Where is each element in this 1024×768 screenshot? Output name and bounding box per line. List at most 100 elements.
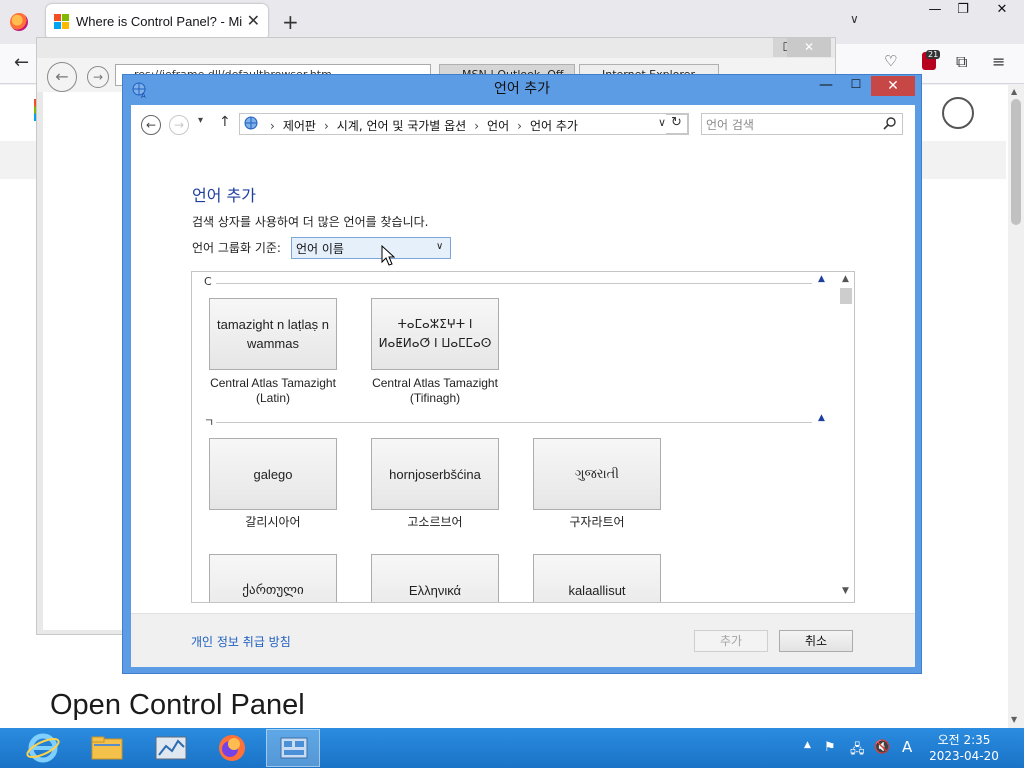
collapse-icon[interactable]: ▲: [818, 413, 825, 423]
group-by-value: 언어 이름: [296, 242, 344, 256]
scroll-down-icon[interactable]: ▼: [842, 586, 849, 596]
up-icon[interactable]: ↑: [219, 114, 231, 130]
control-panel-icon: [280, 737, 308, 759]
description-text: 검색 상자를 사용하여 더 많은 언어를 찾습니다.: [192, 215, 429, 229]
menu-icon[interactable]: ≡: [992, 52, 1005, 71]
list-all-tabs-icon[interactable]: ∨: [850, 12, 859, 26]
scrollbar-thumb[interactable]: [1011, 99, 1021, 225]
breadcrumb-item-clock-region[interactable]: 시계, 언어 및 국가별 옵션: [337, 119, 466, 133]
language-search-input[interactable]: [706, 116, 876, 133]
tile-caption: Central Atlas Tamazight (Latin): [210, 376, 336, 405]
collapse-icon[interactable]: ▲: [818, 274, 825, 284]
system-clock[interactable]: 오전 2:35 2023-04-20: [926, 732, 1002, 764]
cancel-button[interactable]: 취소: [779, 630, 853, 652]
breadcrumb-item-language[interactable]: 언어: [487, 119, 509, 133]
list-scrollbar[interactable]: ▲ ▼: [838, 272, 854, 602]
chevron-down-icon: ∨: [436, 241, 444, 252]
back-icon[interactable]: ←: [14, 52, 29, 73]
minimize-button[interactable]: —: [920, 0, 950, 22]
breadcrumb-separator: ›: [517, 119, 522, 133]
tile-native-name: Ελληνικά: [408, 582, 462, 598]
ie-back-icon[interactable]: ←: [47, 62, 77, 92]
volume-muted-icon[interactable]: 🔇: [874, 740, 890, 755]
restore-button[interactable]: ❐: [948, 0, 978, 22]
tile-native-name: ⵜⴰⵎⴰⵣⵉⵖⵜ ⵏ ⵍⴰⵟⵍⴰⵚ ⵏ ⵡⴰⵎⵎⴰⵙ: [378, 317, 492, 350]
ie-close-button[interactable]: ✕: [787, 38, 831, 57]
dialog-minimize-button[interactable]: —: [813, 77, 839, 97]
breadcrumb-item-control-panel[interactable]: 제어판: [283, 119, 316, 133]
tab-close-icon[interactable]: ✕: [247, 11, 260, 30]
dialog-maximize-button[interactable]: ☐: [843, 77, 869, 97]
breadcrumb-separator: ›: [270, 119, 275, 133]
page-scrollbar[interactable]: ▲ ▼: [1008, 85, 1024, 728]
network-icon[interactable]: 🖧: [850, 740, 865, 762]
tile-native-name: galego: [253, 466, 293, 482]
taskbar: ▲ ⚑ 🖧 🔇 A 오전 2:35 2023-04-20: [0, 728, 1024, 768]
show-hidden-icons-icon[interactable]: ▲: [804, 740, 811, 750]
file-explorer-taskbar-button[interactable]: [80, 729, 134, 767]
dialog-close-button[interactable]: ✕: [871, 76, 915, 96]
firefox-icon: [219, 735, 245, 761]
browser-tab-active[interactable]: Where is Control Panel? - Micr ✕: [46, 4, 268, 40]
tile-native-name: hornjoserbšćina: [389, 466, 481, 482]
control-panel-taskbar-button[interactable]: [266, 729, 320, 767]
server-manager-taskbar-button[interactable]: [144, 729, 198, 767]
ie-forward-icon[interactable]: →: [87, 66, 109, 88]
close-window-button[interactable]: ✕: [982, 0, 1022, 22]
tile-caption: Central Atlas Tamazight (Tifinagh): [372, 376, 498, 405]
input-method-indicator[interactable]: A: [902, 738, 912, 756]
language-tile[interactable]: ⵜⴰⵎⴰⵣⵉⵖⵜ ⵏ ⵍⴰⵟⵍⴰⵚ ⵏ ⵡⴰⵎⵎⴰⵙ: [371, 298, 499, 370]
refresh-button[interactable]: ↻: [666, 114, 688, 134]
tile-caption: 구자라트어: [569, 515, 625, 529]
dialog-footer: 개인 정보 취급 방침 추가 취소: [131, 613, 915, 667]
account-icon[interactable]: [942, 97, 974, 129]
language-tile[interactable]: ગુજરાતી: [533, 438, 661, 510]
breadcrumb-separator: ›: [323, 119, 329, 133]
language-tile[interactable]: Ελληνικά: [371, 554, 499, 602]
language-list: C ▲ tamazight n laṭlaṣ n wammas Central …: [191, 271, 855, 603]
language-tile[interactable]: kalaallisut: [533, 554, 661, 602]
language-search-box[interactable]: [701, 113, 903, 135]
breadcrumb-separator: ›: [474, 119, 480, 133]
dialog-title: 언어 추가: [494, 81, 550, 97]
forward-icon[interactable]: →: [169, 115, 189, 135]
tile-native-name: ગુજરાતી: [574, 466, 620, 482]
breadcrumb-item-add-language[interactable]: 언어 추가: [530, 119, 578, 133]
clock-date: 2023-04-20: [929, 749, 999, 763]
language-tile[interactable]: tamazight n laṭlaṣ n wammas: [209, 298, 337, 370]
breadcrumb[interactable]: › 제어판 › 시계, 언어 및 국가별 옵션 › 언어 › 언어 추가 ∨: [239, 113, 689, 135]
section-letter: C: [204, 275, 212, 288]
address-dropdown-icon[interactable]: ∨: [658, 116, 666, 129]
folder-icon: [91, 736, 123, 760]
scroll-down-icon[interactable]: ▼: [1011, 715, 1017, 724]
back-icon[interactable]: ←: [141, 115, 161, 135]
page-title: 언어 추가: [192, 186, 256, 205]
firefox-taskbar-button[interactable]: [205, 729, 259, 767]
scroll-up-icon[interactable]: ▲: [1011, 87, 1017, 96]
extensions-icon[interactable]: ⧉: [956, 52, 967, 72]
language-tile[interactable]: galego: [209, 438, 337, 510]
language-tile[interactable]: hornjoserbšćina: [371, 438, 499, 510]
firefox-menu-icon[interactable]: [10, 13, 28, 31]
privacy-policy-link[interactable]: 개인 정보 취급 방침: [191, 633, 291, 650]
recent-locations-icon[interactable]: ▾: [198, 115, 203, 126]
dialog-body: ← → ▾ ↑ › 제어판 › 시계, 언어 및 국가별 옵션 › 언어 › 언어 추가 ∨ …: [131, 105, 915, 667]
tile-caption: 갈리시아어: [245, 515, 301, 529]
add-button[interactable]: 추가: [694, 630, 768, 652]
breadcrumb-path: › 제어판 › 시계, 언어 및 국가별 옵션 › 언어 › 언어 추가: [270, 117, 578, 134]
section-divider: [216, 422, 812, 423]
internet-explorer-taskbar-button[interactable]: [16, 729, 70, 767]
search-icon[interactable]: [882, 116, 898, 132]
section-divider: [216, 283, 812, 284]
microsoft-logo-icon: [54, 14, 70, 30]
section-header-c: C ▲: [192, 274, 832, 291]
action-center-flag-icon[interactable]: ⚑: [824, 740, 836, 755]
tile-native-name: ქართული: [242, 582, 304, 598]
scroll-up-icon[interactable]: ▲: [842, 274, 849, 284]
scrollbar-thumb[interactable]: [840, 288, 852, 304]
new-tab-button[interactable]: +: [282, 10, 299, 34]
language-tile[interactable]: ქართული: [209, 554, 337, 602]
pocket-icon[interactable]: ♡: [884, 52, 897, 70]
group-by-select[interactable]: 언어 이름 ∨: [291, 237, 451, 259]
tile-native-name: kalaallisut: [568, 582, 626, 598]
